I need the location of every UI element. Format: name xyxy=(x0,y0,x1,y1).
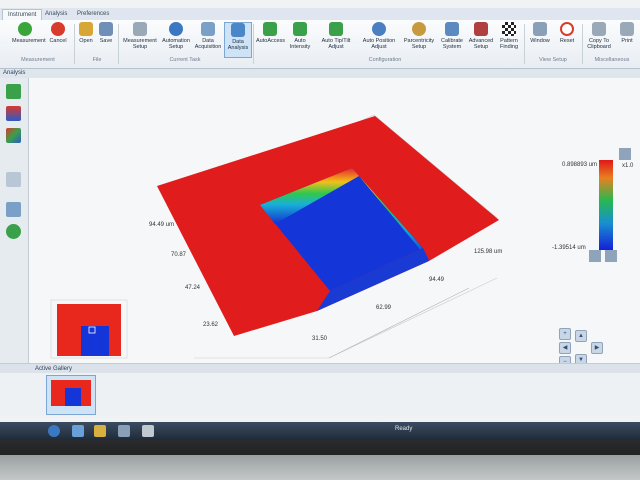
axis-y-max-label: 94.49 um xyxy=(149,222,175,228)
tool-strip xyxy=(0,78,29,363)
auto-tip-tilt-adjust-button[interactable]: Auto Tip/Tilt Adjust xyxy=(316,22,356,50)
window-button[interactable]: Window xyxy=(527,22,553,44)
auto-position-adjust-button[interactable]: Auto Position Adjust xyxy=(360,22,398,50)
open-button[interactable]: Open xyxy=(76,22,96,44)
legend-min-label: -1.39514 um xyxy=(552,245,586,251)
tab-preferences[interactable]: Preferences xyxy=(72,9,114,20)
data-acquisition-icon xyxy=(201,22,215,36)
data-analysis-icon xyxy=(231,23,245,37)
data-analysis-button[interactable]: Data Analysis xyxy=(224,22,252,58)
reset-button[interactable]: Reset xyxy=(555,22,579,44)
scale-up-icon[interactable] xyxy=(619,148,631,160)
parcentricity-setup-button[interactable]: Parcentricity Setup xyxy=(400,22,438,50)
tick-left-1: 70.87 xyxy=(171,252,187,258)
group-configuration: Configuration xyxy=(368,57,402,63)
data-acquisition-button[interactable]: Data Acquisition xyxy=(194,22,222,50)
group-measurement: Measurement xyxy=(21,57,55,63)
automation-setup-button[interactable]: Automation Setup xyxy=(160,22,192,50)
pattern-finding-button[interactable]: Pattern Finding xyxy=(496,22,522,50)
status-text: Ready xyxy=(395,426,413,432)
taskbar: Ready xyxy=(0,422,640,440)
group-file: File xyxy=(92,57,102,63)
automation-setup-icon xyxy=(169,22,183,36)
tick-left-2: 47.24 xyxy=(185,285,201,291)
tick-left-3: 23.62 xyxy=(203,322,219,328)
advanced-setup-button[interactable]: Advanced Setup xyxy=(466,22,496,50)
3d-view-icon[interactable] xyxy=(6,106,21,121)
surface-plot[interactable] xyxy=(29,78,640,363)
play-icon xyxy=(18,22,32,36)
legend-tool-icon[interactable] xyxy=(589,250,601,262)
zoom-in-button[interactable]: + xyxy=(559,328,571,340)
profile-icon[interactable] xyxy=(6,172,21,187)
group-miscellaneous: Miscellaneous xyxy=(594,57,630,63)
parcentricity-icon xyxy=(412,22,426,36)
pan-up-button[interactable]: ▲ xyxy=(575,330,587,342)
surface-view-icon[interactable] xyxy=(6,84,21,99)
legend-settings-icon[interactable] xyxy=(605,250,617,262)
panel-title: Analysis xyxy=(0,69,640,78)
measurement-setup-button[interactable]: Measurement Setup xyxy=(122,22,158,50)
save-icon xyxy=(99,22,113,36)
auto-access-button[interactable]: AutoAccess xyxy=(256,22,285,44)
explorer-icon[interactable] xyxy=(72,425,84,437)
app-icon[interactable] xyxy=(118,425,130,437)
auto-tip-tilt-icon xyxy=(329,22,343,36)
ribbon: Measurement Cancel Open Save Measurement… xyxy=(0,20,640,69)
clipboard-icon xyxy=(592,22,606,36)
print-button[interactable]: Print xyxy=(616,22,638,44)
pan-left-button[interactable]: ◀ xyxy=(559,342,571,354)
folder-icon[interactable] xyxy=(94,425,106,437)
advanced-setup-icon xyxy=(474,22,488,36)
window-icon xyxy=(533,22,547,36)
plot-view[interactable]: 0.898893 um -1.39514 um x1.0 94.49 um 12… xyxy=(29,78,640,368)
pan-right-button[interactable]: ▶ xyxy=(591,342,603,354)
measurement-setup-icon xyxy=(133,22,147,36)
auto-intensity-button[interactable]: Auto Intensity xyxy=(286,22,314,50)
auto-position-icon xyxy=(372,22,386,36)
desk xyxy=(0,455,640,480)
tick-bottom-2: 62.99 xyxy=(376,305,392,311)
group-view-setup: View Setup xyxy=(539,57,567,63)
axis-x-max-label: 125.98 um xyxy=(474,249,503,255)
pattern-finding-icon xyxy=(502,22,516,36)
app2-icon[interactable] xyxy=(142,425,154,437)
measurement-button[interactable]: Measurement xyxy=(12,22,46,44)
cancel-icon xyxy=(51,22,65,36)
print-icon xyxy=(620,22,634,36)
calibrate-icon xyxy=(445,22,459,36)
legend-max-label: 0.898893 um xyxy=(562,162,598,168)
auto-intensity-icon xyxy=(293,22,307,36)
refresh-icon[interactable] xyxy=(6,224,21,239)
active-gallery xyxy=(0,373,640,416)
start-icon[interactable] xyxy=(48,425,60,437)
open-folder-icon xyxy=(79,22,93,36)
color-legend-bar xyxy=(599,160,613,250)
application-window: Instrument Analysis Preferences Measurem… xyxy=(0,0,640,440)
save-button[interactable]: Save xyxy=(96,22,116,44)
legend-scale-label: x1.0 xyxy=(622,163,634,169)
layers-icon[interactable] xyxy=(6,202,21,217)
tick-bottom-1: 31.50 xyxy=(312,336,328,342)
tick-bottom-3: 94.49 xyxy=(429,277,445,283)
auto-access-icon xyxy=(263,22,277,36)
calibrate-system-button[interactable]: Calibrate System xyxy=(438,22,466,50)
gallery-thumbnail[interactable] xyxy=(46,375,96,415)
gallery-thumbnail-pit xyxy=(65,388,81,406)
copy-to-clipboard-button[interactable]: Copy To Clipboard xyxy=(584,22,614,50)
group-current-task: Current Task xyxy=(169,57,201,63)
reset-icon xyxy=(560,22,574,36)
cancel-button[interactable]: Cancel xyxy=(46,22,70,44)
tab-analysis[interactable]: Analysis xyxy=(40,9,72,20)
contour-view-icon[interactable] xyxy=(6,128,21,143)
